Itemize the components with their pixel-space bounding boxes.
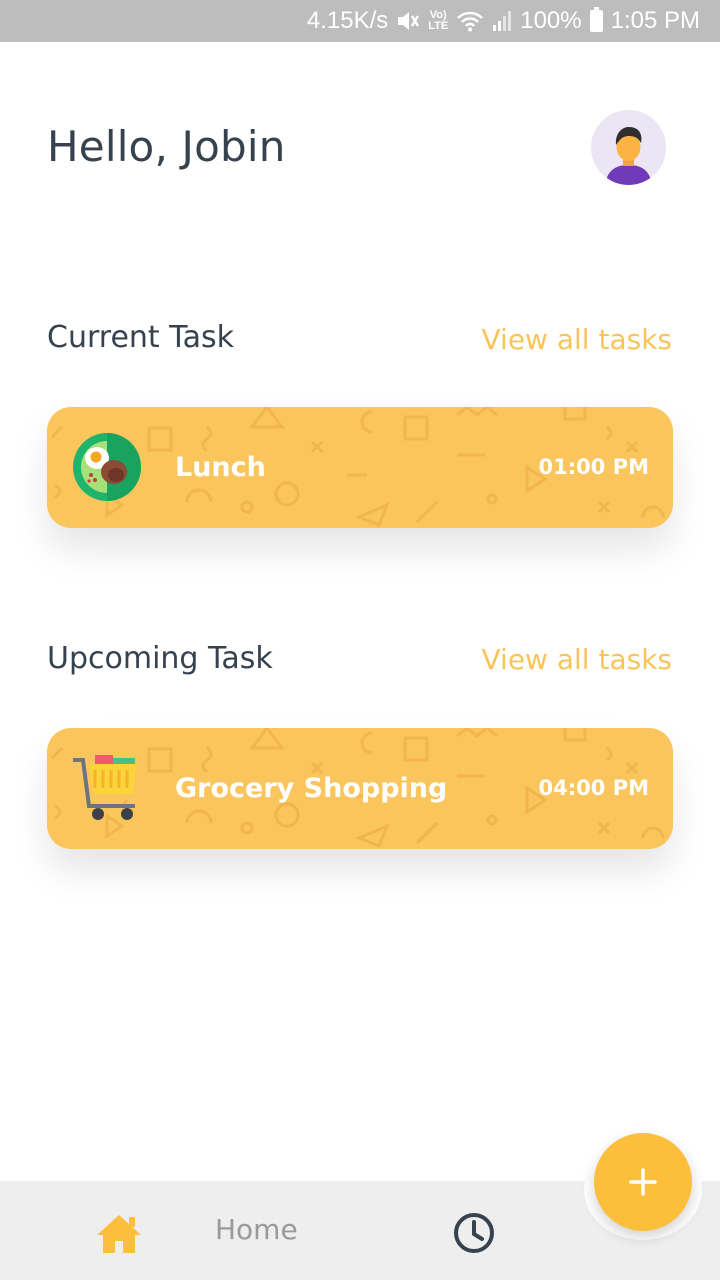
home-icon[interactable] [95,1213,143,1255]
volte-icon: Vo) LTE [428,9,449,32]
upcoming-task-title: Grocery Shopping [175,773,448,804]
user-avatar-icon [605,127,652,185]
current-task-title: Lunch [175,452,266,483]
battery-percent: 100% [520,7,582,34]
clock-icon[interactable] [453,1212,495,1254]
wifi-icon [456,10,484,32]
current-task-time: 01:00 PM [538,455,649,479]
signal-icon [492,10,512,32]
battery-icon [589,7,603,32]
upcoming-task-card[interactable]: Grocery Shopping 04:00 PM [47,728,673,849]
plus-icon [629,1168,657,1196]
clock-time: 1:05 PM [610,7,700,34]
lunch-plate-icon [73,433,141,501]
current-task-heading: Current Task [47,320,234,355]
mute-icon [396,10,420,32]
network-speed: 4.15K/s [306,7,389,34]
view-all-current-tasks-link[interactable]: View all tasks [482,323,673,356]
add-task-button[interactable] [594,1133,692,1231]
upcoming-task-time: 04:00 PM [538,776,649,800]
view-all-upcoming-tasks-link[interactable]: View all tasks [482,643,673,676]
avatar[interactable] [591,110,666,185]
current-task-card[interactable]: Lunch 01:00 PM [47,407,673,528]
status-bar: 4.15K/s Vo) LTE 100% 1:05 PM [0,0,720,42]
upcoming-task-heading: Upcoming Task [47,641,273,676]
shopping-cart-icon [73,755,137,820]
nav-home-label[interactable]: Home [215,1213,298,1246]
greeting-title: Hello, Jobin [47,122,286,171]
